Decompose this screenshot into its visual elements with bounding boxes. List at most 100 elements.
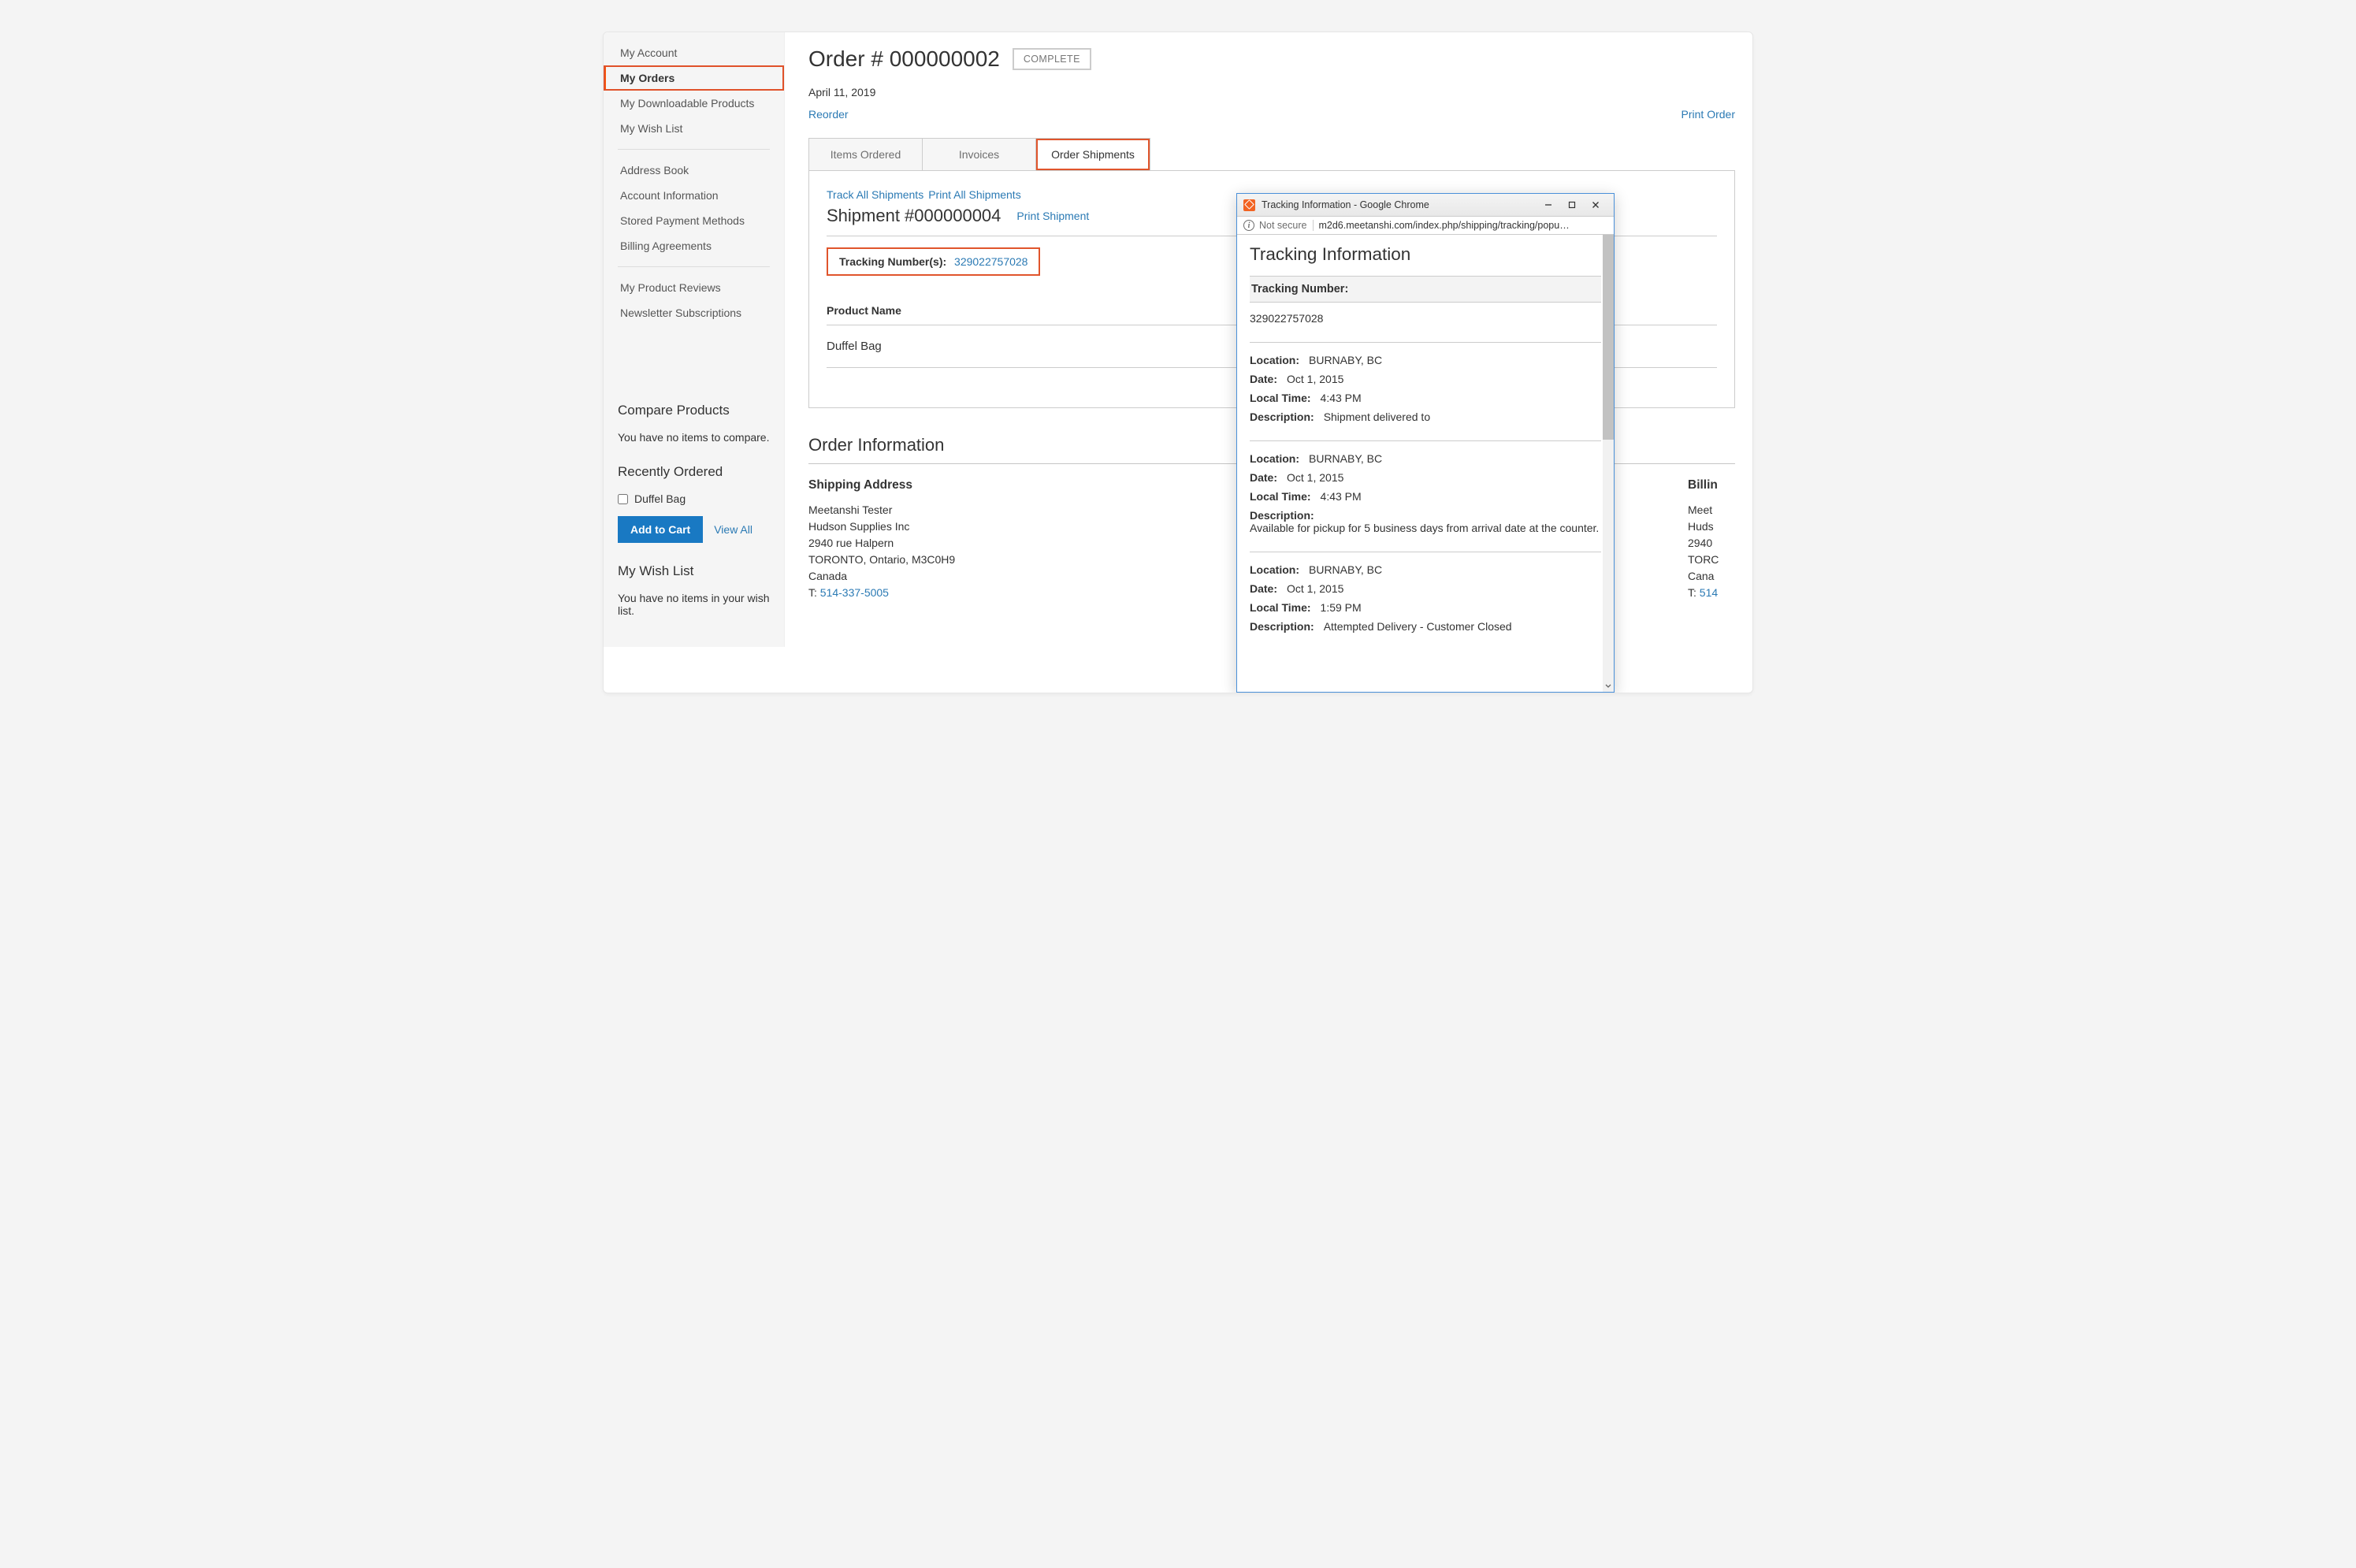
col-product-name: Product Name — [827, 296, 1272, 325]
popup-window-title: Tracking Information - Google Chrome — [1262, 199, 1530, 210]
close-button[interactable] — [1584, 197, 1607, 213]
event-time-label: Local Time: — [1250, 392, 1311, 404]
event-location: BURNABY, BC — [1309, 452, 1382, 465]
event-date-label: Date: — [1250, 471, 1277, 484]
tracking-number-value: 329022757028 — [1250, 303, 1601, 343]
compare-empty: You have no items to compare. — [618, 431, 770, 444]
phone-link[interactable]: 514 — [1700, 586, 1718, 599]
sidebar-item-product-reviews[interactable]: My Product Reviews — [604, 275, 784, 300]
tab-items-ordered[interactable]: Items Ordered — [809, 139, 923, 170]
popup-heading: Tracking Information — [1250, 244, 1601, 265]
address-line: Hudson Supplies Inc — [808, 518, 1217, 535]
url-text[interactable]: m2d6.meetanshi.com/index.php/shipping/tr… — [1318, 220, 1607, 231]
sidebar-item-downloadable[interactable]: My Downloadable Products — [604, 91, 784, 116]
address-line: TORC — [1688, 552, 1735, 568]
scrollbar-thumb[interactable] — [1603, 235, 1614, 440]
popup-scrollbar[interactable] — [1603, 235, 1614, 692]
shipment-title: Shipment #000000004 — [827, 206, 1001, 226]
cell-product-name: Duffel Bag — [827, 325, 1272, 368]
print-all-link[interactable]: Print All Shipments — [928, 188, 1021, 201]
event-location-label: Location: — [1250, 452, 1299, 465]
event-desc: Shipment delivered to — [1324, 411, 1430, 423]
sidebar-item-billing-agreements[interactable]: Billing Agreements — [604, 233, 784, 258]
sidebar-item-wishlist[interactable]: My Wish List — [604, 116, 784, 141]
event-time: 4:43 PM — [1321, 490, 1362, 503]
page-title: Order # 000000002 — [808, 46, 1000, 72]
maximize-button[interactable] — [1560, 197, 1584, 213]
wishlist-heading: My Wish List — [618, 563, 770, 579]
address-line: Canada — [808, 568, 1217, 585]
sidebar-item-account-info[interactable]: Account Information — [604, 183, 784, 208]
address-line: 2940 — [1688, 535, 1735, 552]
sidebar-item-my-account[interactable]: My Account — [604, 40, 784, 65]
view-all-link[interactable]: View All — [714, 523, 753, 536]
tabs: Items Ordered Invoices Order Shipments — [808, 138, 1150, 170]
shipping-address-heading: Shipping Address — [808, 478, 1217, 492]
event-time: 4:43 PM — [1321, 392, 1362, 404]
phone-link[interactable]: 514-337-5005 — [820, 586, 889, 599]
sidebar-separator — [618, 266, 770, 267]
info-icon[interactable]: i — [1243, 220, 1254, 231]
sidebar: My Account My Orders My Downloadable Pro… — [604, 32, 785, 647]
event-date: Oct 1, 2015 — [1287, 582, 1343, 595]
tracking-event: Location: BURNABY, BC Date: Oct 1, 2015 Lo… — [1250, 441, 1601, 552]
event-desc-label: Description: — [1250, 509, 1314, 522]
status-badge: COMPLETE — [1013, 48, 1091, 70]
event-date-label: Date: — [1250, 373, 1277, 385]
event-time-label: Local Time: — [1250, 601, 1311, 614]
shipping-address-col: Shipping Address Meetanshi Tester Hudson… — [808, 478, 1217, 601]
address-line: Huds — [1688, 518, 1735, 535]
tracking-event: Location: BURNABY, BC Date: Oct 1, 2015 Lo… — [1250, 552, 1601, 650]
sidebar-separator — [618, 149, 770, 150]
track-all-link[interactable]: Track All Shipments — [827, 188, 923, 201]
popup-titlebar[interactable]: Tracking Information - Google Chrome — [1237, 194, 1614, 217]
magento-icon — [1243, 199, 1255, 211]
billing-address-heading: Billin — [1688, 478, 1735, 492]
event-date-label: Date: — [1250, 582, 1277, 595]
sidebar-item-newsletter[interactable]: Newsletter Subscriptions — [604, 300, 784, 325]
tracking-popup: Tracking Information - Google Chrome i N… — [1236, 193, 1615, 693]
page-card: My Account My Orders My Downloadable Pro… — [603, 32, 1753, 693]
sidebar-item-address-book[interactable]: Address Book — [604, 158, 784, 183]
wishlist-empty: You have no items in your wish list. — [618, 592, 770, 617]
event-desc: Available for pickup for 5 business days… — [1250, 522, 1599, 534]
address-line: Meet — [1688, 502, 1735, 518]
event-date: Oct 1, 2015 — [1287, 373, 1343, 385]
event-time: 1:59 PM — [1321, 601, 1362, 614]
print-order-link[interactable]: Print Order — [1682, 108, 1735, 121]
recent-item-checkbox[interactable] — [618, 494, 628, 504]
event-time-label: Local Time: — [1250, 490, 1311, 503]
event-desc-label: Description: — [1250, 620, 1314, 633]
event-desc-label: Description: — [1250, 411, 1314, 423]
recent-item-name: Duffel Bag — [634, 492, 686, 505]
sidebar-item-my-orders[interactable]: My Orders — [604, 65, 784, 91]
billing-address-col: Billin Meet Huds 2940 TORC Cana T: 514 — [1688, 478, 1735, 601]
phone-label: T: — [1688, 586, 1696, 599]
tracking-event: Location: BURNABY, BC Date: Oct 1, 2015 Lo… — [1250, 343, 1601, 441]
tracking-number-link[interactable]: 329022757028 — [954, 255, 1027, 268]
address-line: Cana — [1688, 568, 1735, 585]
address-line: TORONTO, Ontario, M3C0H9 — [808, 552, 1217, 568]
event-location-label: Location: — [1250, 354, 1299, 366]
event-location-label: Location: — [1250, 563, 1299, 576]
reorder-link[interactable]: Reorder — [808, 108, 849, 121]
address-line: Meetanshi Tester — [808, 502, 1217, 518]
event-location: BURNABY, BC — [1309, 563, 1382, 576]
not-secure-label: Not secure — [1259, 220, 1314, 231]
print-shipment-link[interactable]: Print Shipment — [1016, 210, 1089, 222]
event-location: BURNABY, BC — [1309, 354, 1382, 366]
phone-label: T: — [808, 586, 817, 599]
tab-order-shipments[interactable]: Order Shipments — [1036, 139, 1150, 170]
add-to-cart-button[interactable]: Add to Cart — [618, 516, 703, 543]
address-line: 2940 rue Halpern — [808, 535, 1217, 552]
compare-heading: Compare Products — [618, 403, 770, 418]
minimize-button[interactable] — [1537, 197, 1560, 213]
tracking-number-label: Tracking Number: — [1250, 276, 1601, 303]
order-date: April 11, 2019 — [808, 86, 1735, 98]
sidebar-item-payment[interactable]: Stored Payment Methods — [604, 208, 784, 233]
scrollbar-down-icon[interactable] — [1603, 681, 1614, 692]
address-bar: i Not secure m2d6.meetanshi.com/index.ph… — [1237, 217, 1614, 235]
event-date: Oct 1, 2015 — [1287, 471, 1343, 484]
popup-content: Tracking Information Tracking Number: 32… — [1237, 235, 1614, 692]
tab-invoices[interactable]: Invoices — [923, 139, 1036, 170]
